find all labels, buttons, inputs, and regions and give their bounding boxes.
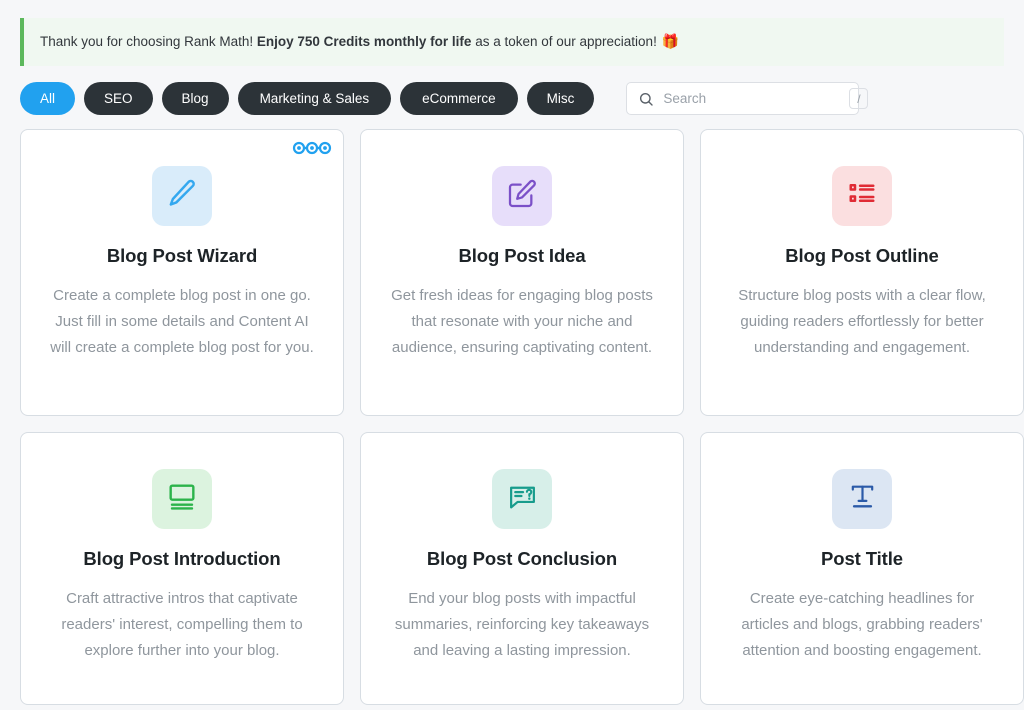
notice-text-before: Thank you for choosing Rank Math! [40, 33, 254, 49]
search-container[interactable]: / [626, 82, 869, 115]
notice-bar-container: Thank you for choosing Rank Math! Enjoy … [0, 0, 1024, 66]
card-icon-tile [492, 166, 552, 226]
search-input[interactable] [663, 91, 841, 106]
credits-notice: Thank you for choosing Rank Math! Enjoy … [20, 18, 1004, 66]
card-title: Blog Post Conclusion [426, 548, 618, 569]
card-title: Blog Post Idea [458, 245, 586, 266]
filter-pill-all[interactable]: All [20, 82, 76, 115]
card-title: Blog Post Wizard [106, 245, 258, 266]
card-title: Blog Post Introduction [83, 548, 281, 569]
filter-pill-seo[interactable]: SEO [84, 82, 153, 115]
filter-toolbar: All SEO Blog Marketing & Sales eCommerce… [0, 66, 1024, 115]
card-description: Structure blog posts with a clear flow, … [738, 287, 986, 356]
tool-card-post-title[interactable]: Post Title Create eye-catching headlines… [700, 432, 1024, 705]
card-description: Create eye-catching headlines for articl… [741, 590, 983, 659]
card-description: Craft attractive intros that captivate r… [61, 590, 303, 659]
tool-card-blog-post-idea[interactable]: Blog Post Idea Get fresh ideas for engag… [360, 129, 684, 416]
card-description: Create a complete blog post in one go. J… [50, 287, 314, 356]
card-description: End your blog posts with impactful summa… [394, 590, 650, 659]
card-icon-tile [832, 469, 892, 529]
question-bubble-icon [507, 481, 538, 517]
card-icon-tile [152, 166, 212, 226]
search-icon [638, 91, 654, 107]
filter-pill-blog[interactable]: Blog [161, 82, 229, 115]
search-shortcut-key: / [849, 88, 869, 109]
card-title: Blog Post Outline [785, 245, 939, 266]
tool-card-grid: Blog Post Wizard Create a complete blog … [0, 115, 1024, 705]
tool-card-blog-post-conclusion[interactable]: Blog Post Conclusion End your blog posts… [360, 432, 684, 705]
filter-pill-marketing-and-sales[interactable]: Marketing & Sales [237, 82, 392, 115]
tool-card-blog-post-introduction[interactable]: Blog Post Introduction Craft attractive … [20, 432, 344, 705]
filter-pill-ecommerce[interactable]: eCommerce [400, 82, 518, 115]
card-icon-tile [832, 166, 892, 226]
pencil-icon [166, 177, 199, 215]
card-icon-tile [152, 469, 212, 529]
monitor-text-icon [166, 481, 198, 518]
edit-square-icon [506, 178, 538, 215]
card-icon-tile [492, 469, 552, 529]
notice-text-bold: Enjoy 750 Credits monthly for life [256, 33, 472, 49]
workflow-steps-badge [292, 141, 332, 155]
tool-card-blog-post-outline[interactable]: Blog Post Outline Structure blog posts w… [700, 129, 1024, 416]
filter-pill-misc[interactable]: Misc [526, 82, 595, 115]
tool-card-blog-post-wizard[interactable]: Blog Post Wizard Create a complete blog … [20, 129, 344, 416]
card-description: Get fresh ideas for engaging blog posts … [391, 287, 653, 356]
gift-icon: 🎁 [661, 33, 680, 50]
title-format-icon [847, 481, 878, 517]
list-outline-icon [847, 179, 877, 214]
card-title: Post Title [821, 548, 903, 569]
notice-text-after: as a token of our appreciation! [475, 33, 657, 49]
